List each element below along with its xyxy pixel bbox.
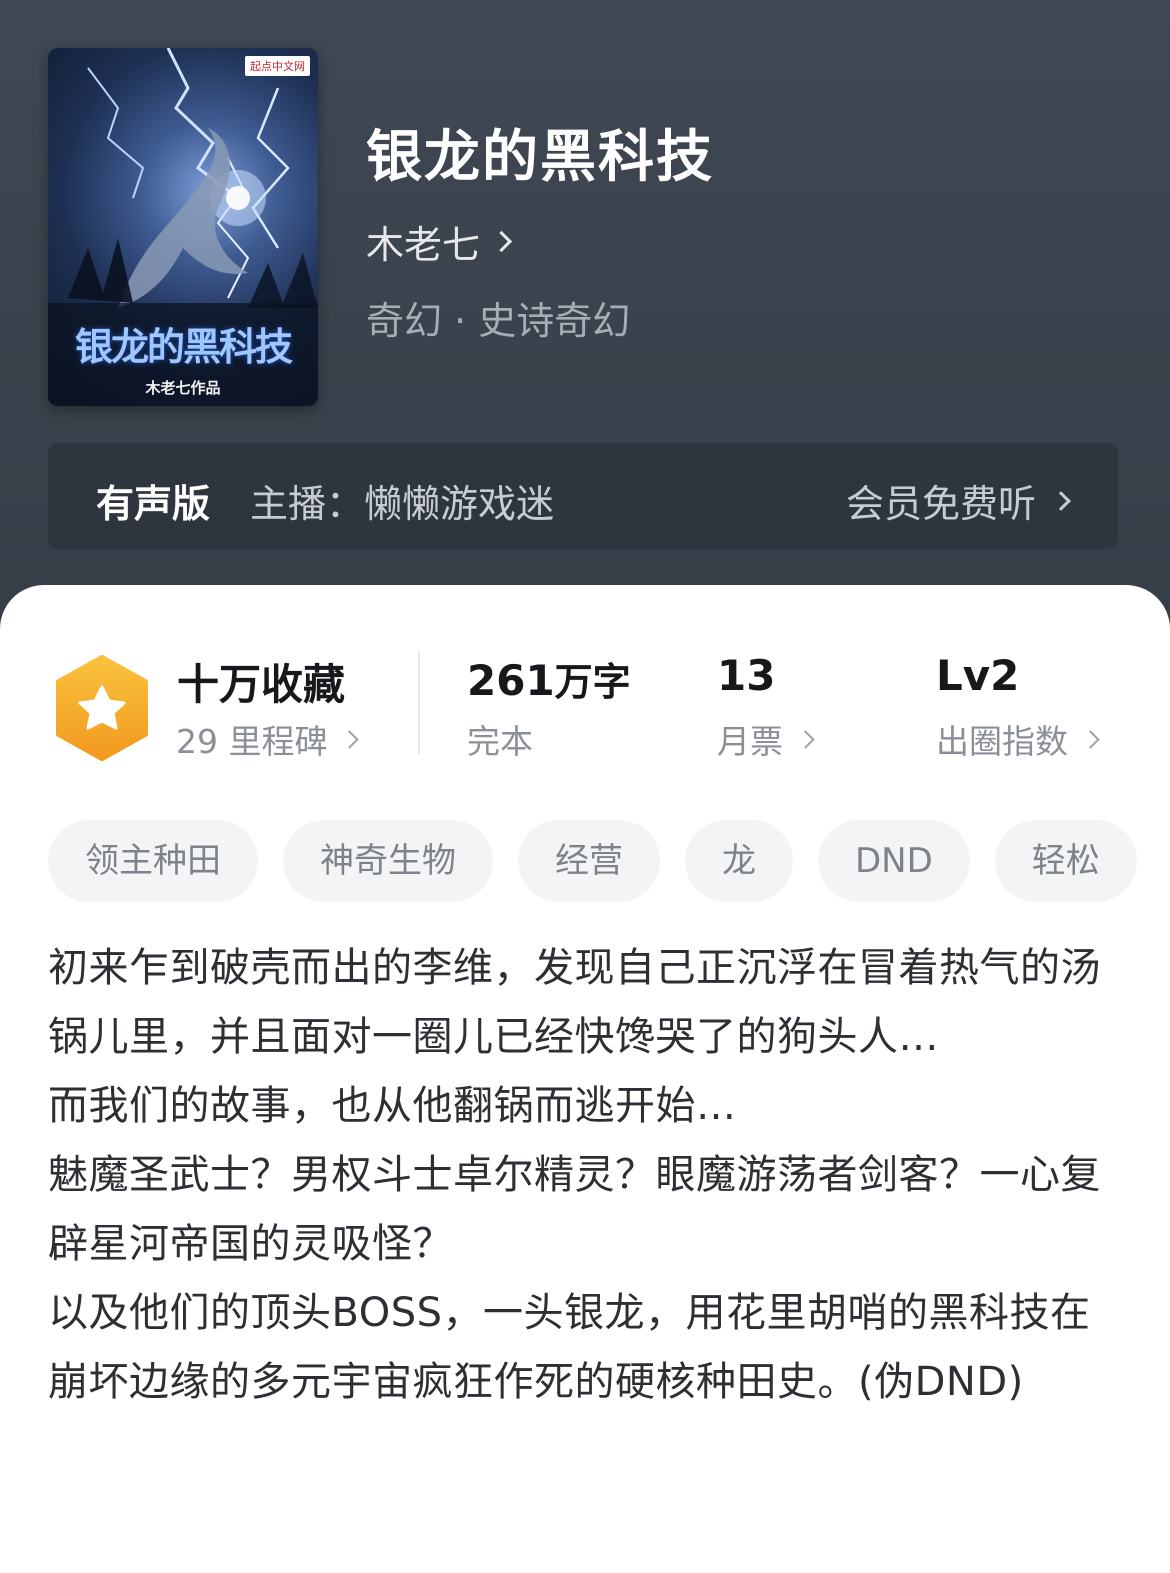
popularity-index-level: Lv2 (936, 651, 1020, 700)
monthly-ticket-count: 13 (717, 651, 776, 700)
synopsis-paragraph: 以及他们的顶头BOSS，一头银龙，用花里胡哨的黑科技在崩坏边缘的多元宇宙疯狂作死… (48, 1290, 1091, 1405)
chevron-right-icon (340, 729, 360, 749)
book-header: 起点中文网 银龙的黑科技 木老七作品 银龙的黑科技 木老七 奇幻 · 史诗奇幻 … (0, 0, 1170, 640)
synopsis-paragraph: 魅魔圣武士？男权斗士卓尔精灵？眼魔游荡者剑客？一心复辟星河帝国的灵吸怪？ (48, 1152, 1101, 1267)
book-cover[interactable]: 起点中文网 银龙的黑科技 木老七作品 (48, 48, 318, 406)
cover-title-art: 银龙的黑科技 (74, 325, 293, 369)
tag-list: 领主种田 神奇生物 经营龙 DND 轻松 (48, 820, 1170, 902)
chevron-right-icon (1051, 490, 1071, 511)
audio-host: 主播：懒懒游戏迷 (250, 482, 555, 526)
word-count-unit: 万字 (554, 660, 631, 704)
tag-chip[interactable]: 神奇生物 (283, 820, 493, 902)
book-info-sheet: 十万收藏 29 里程碑 261万字 完本 13 月票 Lv2 出圈指数 领主种田… (0, 585, 1170, 1573)
collection-count: 十万收藏 (177, 660, 346, 709)
member-free-listen-button[interactable]: 会员免费听 (845, 473, 1071, 528)
member-free-listen-label: 会员免费听 (845, 482, 1036, 526)
book-title: 银龙的黑科技 (366, 125, 714, 190)
completion-status-label: 完本 (467, 722, 533, 761)
monthly-ticket-label: 月票 (717, 722, 783, 761)
author-link[interactable]: 木老七 (366, 214, 513, 269)
completion-status: 完本 (467, 715, 533, 763)
tag-chip[interactable]: 经营 (518, 820, 660, 902)
word-count-number: 261 (467, 656, 555, 705)
star-hexagon-icon (56, 655, 148, 761)
book-synopsis[interactable]: 初来乍到破壳而出的李维，发现自己正沉浮在冒着热气的汤锅儿里，并且面对一圈儿已经快… (48, 934, 1128, 1417)
word-count: 261万字 (467, 651, 631, 706)
cover-author-credit: 木老七作品 (145, 379, 221, 397)
chevron-right-icon (796, 729, 815, 749)
tag-chip[interactable]: 领主种田 (48, 820, 258, 902)
milestone-label: 29 里程碑 (176, 722, 328, 761)
synopsis-paragraph: 初来乍到破壳而出的李维，发现自己正沉浮在冒着热气的汤锅儿里，并且面对一圈儿已经快… (48, 945, 1101, 1060)
genre-text: 奇幻 · 史诗奇幻 (366, 299, 631, 343)
popularity-index-label: 出圈指数 (936, 722, 1068, 761)
audio-version-bar[interactable]: 有声版 主播：懒懒游戏迷 会员免费听 (48, 443, 1118, 549)
cover-publisher-logo: 起点中文网 (245, 56, 310, 76)
stat-divider (418, 650, 420, 754)
tag-chip[interactable]: 轻松 (994, 820, 1137, 902)
chevron-right-icon (490, 230, 513, 253)
synopsis-paragraph: 而我们的故事，也从他翻锅而逃开始… (48, 1083, 737, 1129)
tag-chip[interactable]: 龙 (685, 820, 793, 902)
monthly-ticket-link[interactable]: 月票 (717, 715, 815, 763)
popularity-index-link[interactable]: 出圈指数 (936, 715, 1100, 763)
book-detail-page: 起点中文网 银龙的黑科技 木老七作品 银龙的黑科技 木老七 奇幻 · 史诗奇幻 … (0, 0, 1170, 1573)
milestone-link[interactable]: 29 里程碑 (176, 715, 360, 763)
tag-chip[interactable]: DND (818, 820, 970, 902)
author-name: 木老七 (366, 223, 481, 267)
chevron-right-icon (1081, 729, 1100, 749)
audio-version-label: 有声版 (96, 482, 211, 526)
